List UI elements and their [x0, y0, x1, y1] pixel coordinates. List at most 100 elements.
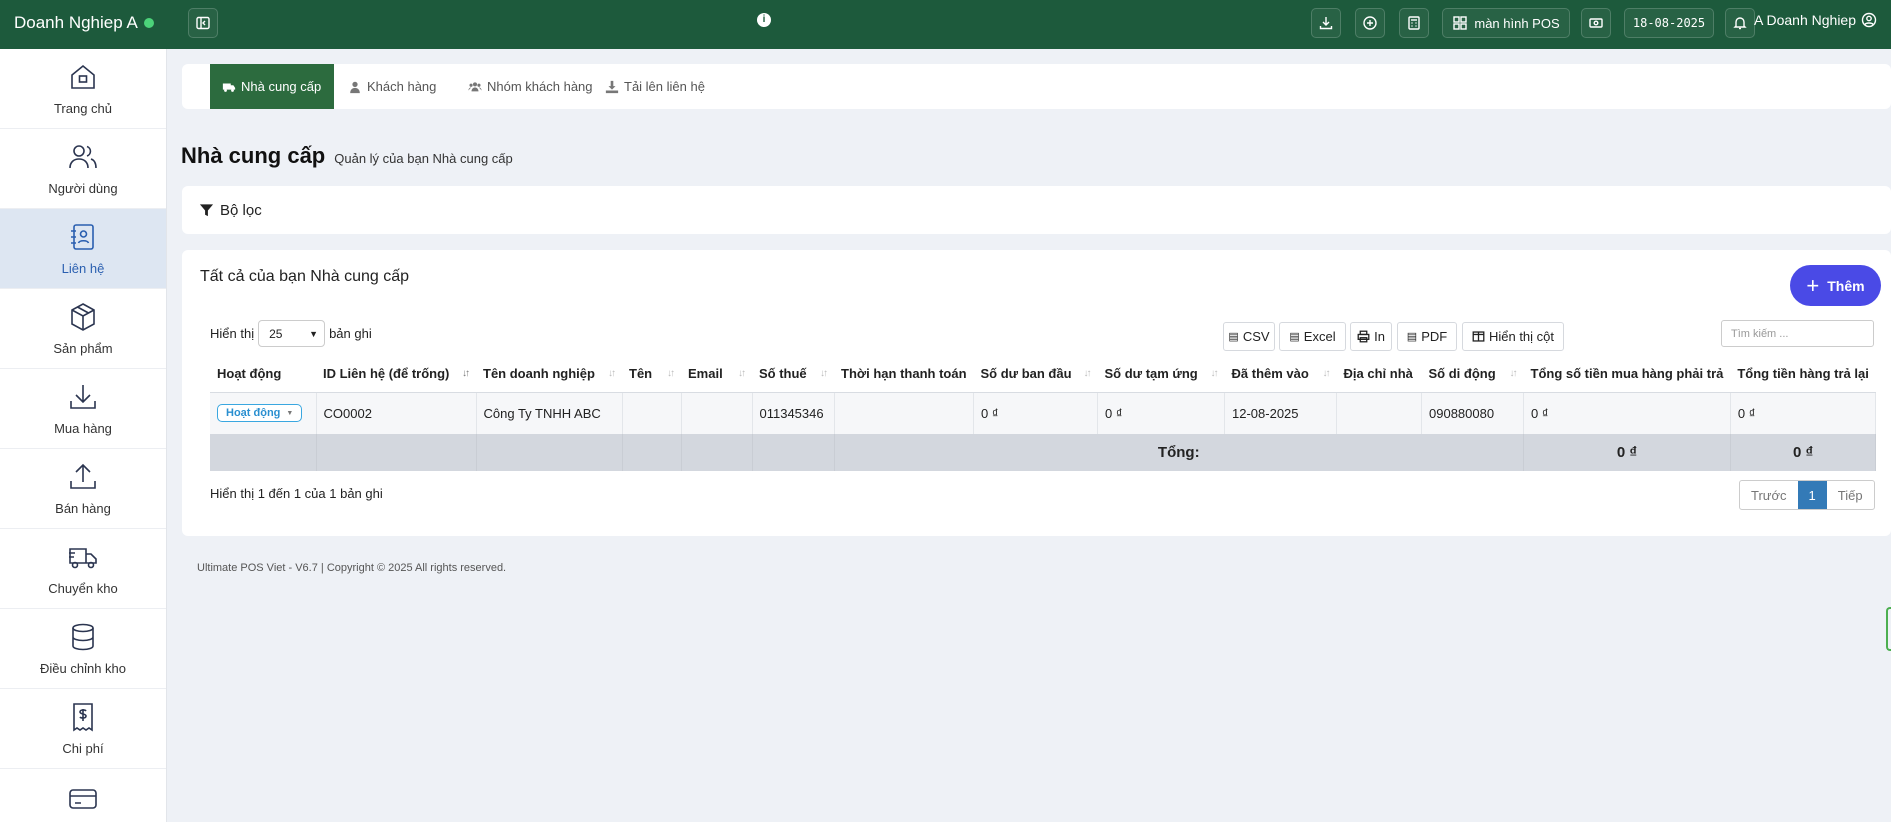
sidebar-item-label: Mua hàng	[54, 421, 112, 436]
add-circle-button[interactable]	[1355, 8, 1385, 38]
toggle-sidebar-button[interactable]	[188, 8, 218, 38]
sidebar-item-label: Chuyển kho	[48, 581, 118, 596]
caret-down-icon: ▼	[286, 409, 294, 417]
print-button[interactable]: In	[1350, 322, 1392, 351]
table-cell	[681, 392, 753, 434]
sidebar-item-users[interactable]: Người dùng	[0, 129, 166, 209]
tab-label: Khách hàng	[367, 79, 437, 94]
notifications-button[interactable]	[1725, 8, 1755, 38]
table-cell	[316, 434, 477, 471]
tab-customers[interactable]: Khách hàng	[336, 64, 448, 109]
column-header[interactable]: Tên doanh nghiệp ↓↑	[476, 356, 622, 393]
tab-import-contacts[interactable]: Tải lên liên hệ	[593, 64, 717, 109]
export-label: In	[1374, 329, 1385, 344]
add-supplier-button[interactable]: + Thêm	[1790, 265, 1881, 306]
calculator-icon	[1408, 16, 1420, 30]
sidebar-item-label: Chi phí	[62, 741, 104, 756]
next-page-button[interactable]: Tiếp	[1827, 481, 1874, 509]
column-header[interactable]: Tên ↓↑	[622, 356, 681, 393]
download-button[interactable]	[1311, 8, 1341, 38]
column-header[interactable]: Số dư tạm ứng ↓↑	[1097, 356, 1225, 393]
database-icon	[72, 623, 94, 651]
page-size-control: Hiển thị 25 ▼ bản ghi	[210, 320, 372, 347]
table-cell: 0 ₫	[973, 392, 1099, 434]
column-header[interactable]: Email ↓↑	[681, 356, 752, 393]
sidebar-item-contacts[interactable]: Liên hệ	[0, 209, 166, 289]
page-size-select[interactable]: 25 ▼	[258, 320, 326, 347]
sidebar-item-stock-transfer[interactable]: Chuyển kho	[0, 529, 166, 609]
column-header[interactable]: Địa chỉ nhà	[1336, 356, 1422, 393]
tab-suppliers[interactable]: Nhà cung cấp	[210, 64, 334, 109]
sidebar-item-stock-adjustment[interactable]: Điều chỉnh kho	[0, 609, 166, 689]
box-icon	[71, 303, 95, 331]
column-header[interactable]: Số thuế ↓↑	[752, 356, 834, 393]
column-header[interactable]: Số di động ↓↑	[1421, 356, 1524, 393]
export-csv-button[interactable]: ▤ CSV	[1223, 322, 1275, 351]
column-header[interactable]: Tổng tiền hàng trả lại	[1730, 356, 1876, 393]
filter-toggle[interactable]: Bộ lọc	[182, 186, 1891, 234]
contact-book-icon	[71, 224, 94, 250]
calculator-button[interactable]	[1399, 8, 1429, 38]
brand[interactable]: Doanh Nghiep A	[14, 13, 154, 33]
contact-tabs: Nhà cung cấp Khách hàng Nhóm khách hàng …	[182, 64, 1891, 109]
table-cell	[752, 434, 835, 471]
column-header[interactable]: Đã thêm vào ↓↑	[1224, 356, 1337, 393]
sidebar-item-sales[interactable]: Bán hàng	[0, 449, 166, 529]
prev-page-button[interactable]: Trước	[1740, 481, 1798, 509]
sort-icon: ↓↑	[1210, 368, 1219, 379]
table-row: Hoạt động ▼ CO0002 Công Ty TNHH ABC 0113…	[210, 392, 1877, 434]
sidebar-item-expenses[interactable]: Chi phí	[0, 689, 166, 769]
sidebar-item-label: Điều chỉnh kho	[40, 661, 126, 676]
bell-icon	[1733, 17, 1747, 30]
column-header[interactable]: Tổng số tiền mua hàng phải trả	[1523, 356, 1731, 393]
receipt-dollar-icon	[73, 703, 93, 732]
table-cell: 0 ₫	[1730, 392, 1877, 434]
export-label: CSV	[1242, 329, 1270, 344]
export-pdf-button[interactable]: ▤ PDF	[1397, 322, 1457, 351]
table-cell	[210, 434, 317, 471]
online-status-dot-icon	[143, 18, 154, 28]
sort-icon: ↓↑	[462, 368, 470, 379]
search-placeholder: Tìm kiếm ...	[1731, 327, 1789, 340]
user-menu[interactable]: A Doanh Nghiep	[1754, 12, 1877, 28]
download-icon	[1319, 17, 1333, 30]
sidebar-item-home[interactable]: Trang chủ	[0, 49, 166, 129]
export-excel-button[interactable]: ▤ Excel	[1279, 322, 1346, 351]
page-number-button[interactable]: 1	[1797, 481, 1827, 509]
sidebar-item-purchases[interactable]: Mua hàng	[0, 369, 166, 449]
pos-screen-button[interactable]: màn hình POS	[1442, 8, 1570, 38]
export-label: Excel	[1303, 329, 1336, 344]
table-cell: CO0002	[316, 392, 477, 434]
column-header-label: Số thuế	[759, 366, 807, 382]
info-icon[interactable]: i	[757, 13, 771, 27]
total-label: Tổng:	[834, 434, 1525, 471]
date-display[interactable]: 18-08-2025	[1624, 8, 1714, 38]
pagination-info: Hiển thị 1 đến 1 của 1 bản ghi	[210, 486, 383, 501]
column-header-label: Số dư ban đầu	[980, 366, 1072, 382]
sort-icon: ↓↑	[738, 368, 746, 379]
column-visibility-button[interactable]: Hiển thị cột	[1462, 322, 1564, 351]
tab-label: Tải lên liên hệ	[624, 79, 705, 94]
users-group-icon	[468, 81, 482, 91]
sort-icon: ↓↑	[1083, 368, 1092, 379]
sidebar-toggle-icon	[196, 16, 210, 30]
tab-customer-groups[interactable]: Nhóm khách hàng	[456, 64, 605, 109]
search-input[interactable]: Tìm kiếm ...	[1721, 320, 1874, 347]
sidebar-item-products[interactable]: Sản phẩm	[0, 289, 166, 369]
column-header[interactable]: ID Liên hệ (để trống) ↓↑	[316, 356, 476, 393]
cash-register-button[interactable]	[1581, 8, 1611, 38]
column-header[interactable]: Số dư ban đầu ↓↑	[973, 356, 1098, 393]
table-cell: 0 ₫	[1523, 392, 1731, 434]
file-csv-icon: ▤	[1228, 331, 1239, 343]
file-excel-icon: ▤	[1289, 331, 1300, 343]
column-header[interactable]: Hoạt động	[210, 356, 316, 393]
column-header[interactable]: Thời hạn thanh toán	[834, 356, 974, 393]
copyright-footer: Ultimate POS Viet - V6.7 | Copyright © 2…	[197, 562, 507, 574]
sidebar-item-payment[interactable]	[0, 769, 166, 822]
filter-icon	[199, 203, 214, 216]
side-drawer-handle[interactable]	[1886, 607, 1891, 651]
sort-icon: ↓↑	[1322, 368, 1331, 379]
status-dropdown[interactable]: Hoạt động ▼	[217, 404, 303, 423]
suppliers-card: Tất cả của bạn Nhà cung cấp + Thêm Hiển …	[182, 250, 1891, 536]
column-header-label: Email	[688, 366, 723, 382]
